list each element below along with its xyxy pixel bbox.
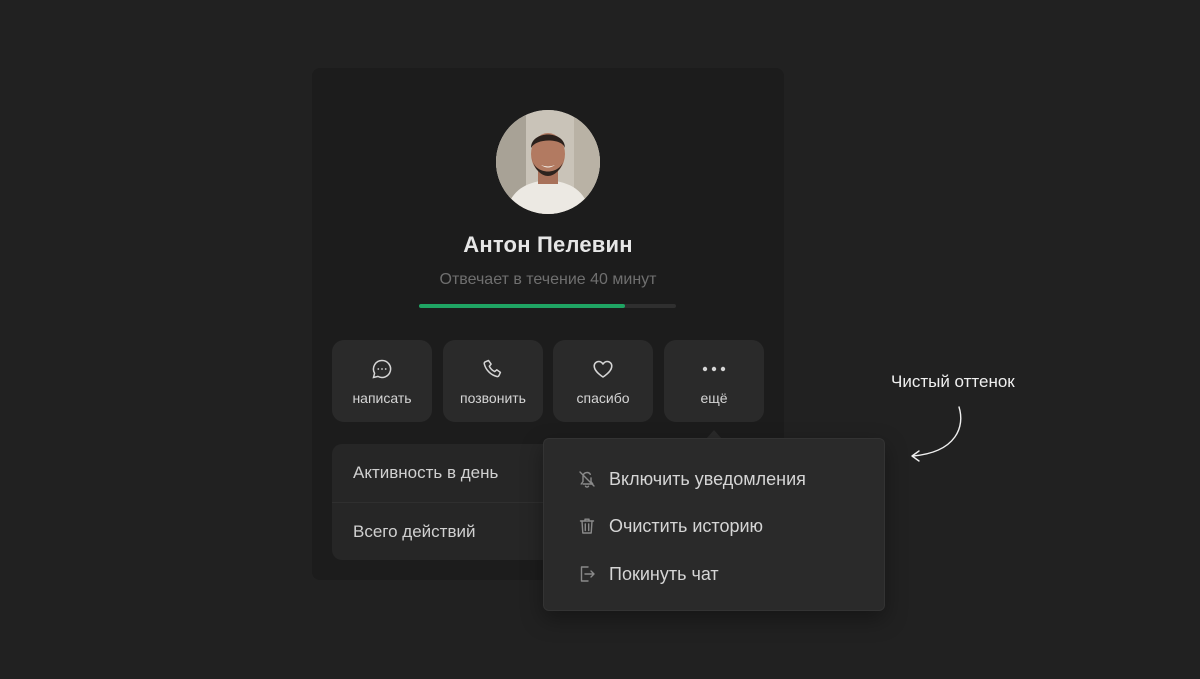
write-button[interactable]: написать: [332, 340, 432, 422]
thanks-button[interactable]: спасибо: [553, 340, 653, 422]
menu-item-leave-chat[interactable]: Покинуть чат: [544, 554, 884, 594]
write-button-label: написать: [352, 390, 412, 406]
message-icon: [332, 358, 432, 380]
more-button-label: ещё: [700, 390, 728, 406]
bell-off-icon: [577, 469, 597, 489]
menu-item-label: Покинуть чат: [609, 563, 719, 584]
annotation-arrow-icon: [911, 406, 962, 462]
response-progress-fill: [419, 304, 625, 308]
call-button-label: позвонить: [460, 390, 526, 406]
more-dropdown-menu: Включить уведомления Очистить историю По…: [543, 438, 885, 611]
annotation-label: Чистый оттенок: [891, 372, 1015, 391]
menu-item-label: Включить уведомления: [609, 468, 806, 489]
more-icon: [664, 358, 764, 380]
canvas: Антон Пелевин Отвечает в течение 40 мину…: [0, 0, 1200, 679]
menu-item-enable-notifications[interactable]: Включить уведомления: [544, 459, 884, 499]
thanks-button-label: спасибо: [576, 390, 630, 406]
more-button[interactable]: ещё: [664, 340, 764, 422]
phone-icon: [443, 358, 543, 380]
response-status: Отвечает в течение 40 минут: [439, 271, 657, 288]
exit-icon: [577, 564, 597, 584]
profile-name: Антон Пелевин: [463, 232, 633, 257]
call-button[interactable]: позвонить: [443, 340, 543, 422]
trash-icon: [577, 516, 597, 536]
avatar: [496, 110, 600, 214]
heart-icon: [553, 358, 653, 380]
menu-item-label: Очистить историю: [609, 515, 764, 536]
response-progress-bar: [419, 304, 676, 308]
stat-label: Активность в день: [353, 463, 499, 482]
stat-label: Всего действий: [353, 521, 476, 541]
menu-item-clear-history[interactable]: Очистить историю: [544, 506, 884, 546]
